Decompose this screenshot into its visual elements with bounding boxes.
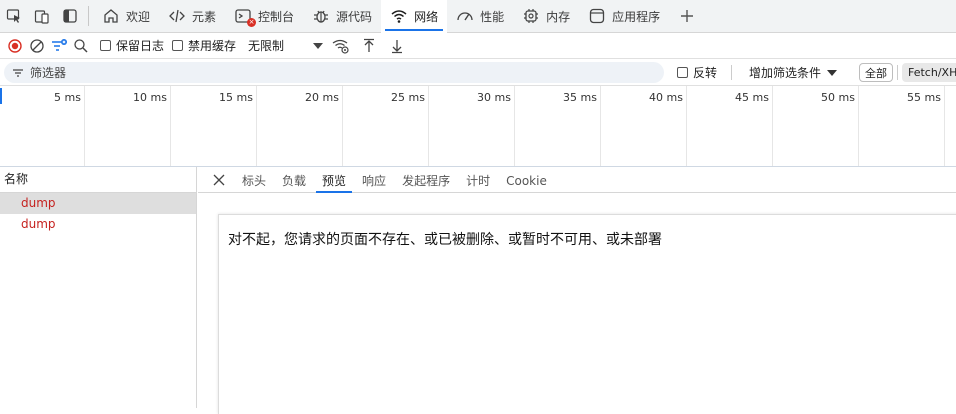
app-icon [589, 8, 605, 24]
preview-frame: 对不起，您请求的页面不存在、或已被删除、或暂时不可用、或未部署 [218, 214, 956, 414]
network-overview-timeline[interactable]: 5 ms 10 ms 15 ms 20 ms 25 ms 30 ms 35 ms… [0, 86, 956, 167]
filter-bar: 筛选器 反转 增加筛选条件 全部 Fetch/XH [0, 59, 956, 86]
bug-icon [314, 10, 329, 23]
error-badge: × [247, 17, 257, 27]
request-row[interactable]: dump [0, 193, 196, 214]
record-icon[interactable] [4, 33, 26, 59]
filter-toggle-icon[interactable] [48, 33, 70, 59]
preserve-log-checkbox[interactable]: 保留日志 [100, 37, 164, 54]
device-toolbar-icon[interactable] [28, 0, 56, 33]
filter-divider [897, 65, 898, 80]
tab-label: 网络 [414, 9, 439, 24]
throttle-value: 无限制 [248, 39, 285, 53]
close-icon[interactable] [208, 167, 230, 193]
tab-payload[interactable]: 负载 [274, 167, 314, 193]
timeline-tick: 55 ms [859, 86, 945, 166]
checkbox-box[interactable] [677, 67, 688, 78]
tab-console[interactable]: × 控制台 [225, 0, 303, 33]
detail-tabs: 标头 负载 预览 响应 发起程序 计时 Cookie [198, 167, 956, 193]
request-detail-panel: 标头 负载 预览 响应 发起程序 计时 Cookie 对不起，您请求的页面不存在… [198, 167, 956, 414]
filter-fetch-label: Fetch/XH [908, 66, 956, 79]
timeline-tick: 10 ms [85, 86, 171, 166]
toolbar-divider [88, 6, 89, 26]
add-tab-icon[interactable] [673, 0, 701, 33]
timeline-tick: 40 ms [601, 86, 687, 166]
code-icon [169, 9, 185, 23]
gauge-icon [457, 12, 473, 21]
filter-fetch-button[interactable]: Fetch/XH [902, 63, 956, 82]
dock-side-icon[interactable] [56, 0, 84, 33]
export-har-icon[interactable] [386, 33, 408, 59]
search-icon[interactable] [70, 33, 92, 59]
inspect-element-icon[interactable] [0, 0, 28, 33]
filter-all-button[interactable]: 全部 [859, 63, 893, 82]
tab-response[interactable]: 响应 [354, 167, 394, 193]
preview-message: 对不起，您请求的页面不存在、或已被删除、或暂时不可用、或未部署 [228, 232, 662, 248]
tab-network[interactable]: 网络 [381, 0, 448, 33]
timeline-tick: 50 ms [773, 86, 859, 166]
chip-icon [524, 9, 539, 23]
tab-memory[interactable]: 内存 [513, 0, 579, 33]
network-conditions-icon[interactable] [330, 33, 352, 59]
more-filters-label: 增加筛选条件 [749, 66, 822, 80]
preserve-log-label: 保留日志 [116, 39, 165, 53]
disable-cache-label: 禁用缓存 [188, 39, 237, 53]
tab-initiator[interactable]: 发起程序 [394, 167, 458, 193]
tab-label: 内存 [546, 9, 571, 24]
timeline-tick: 5 ms [0, 86, 85, 166]
clear-icon[interactable] [26, 33, 48, 59]
tab-label: 欢迎 [126, 9, 151, 24]
tab-welcome[interactable]: 欢迎 [93, 0, 159, 33]
tab-application[interactable]: 应用程序 [579, 0, 669, 33]
name-column-header[interactable]: 名称 [0, 167, 196, 193]
devtools-tab-bar: 欢迎 元素 × 控制台 源代码 网络 性能 内存 应用程序 [0, 0, 956, 33]
checkbox-box[interactable] [172, 40, 184, 51]
request-row[interactable]: dump [0, 214, 196, 235]
tab-label: 控制台 [258, 9, 295, 24]
timeline-tick: 30 ms [429, 86, 515, 166]
invert-checkbox[interactable]: 反转 [677, 59, 717, 86]
import-har-icon[interactable] [358, 33, 380, 59]
network-toolbar: 保留日志 禁用缓存 无限制 [0, 33, 956, 59]
filter-placeholder: 筛选器 [30, 66, 67, 80]
timeline-tick: 25 ms [343, 86, 429, 166]
tab-sources[interactable]: 源代码 [303, 0, 381, 33]
disable-cache-checkbox[interactable]: 禁用缓存 [172, 37, 236, 54]
tab-timing[interactable]: 计时 [458, 167, 498, 193]
request-list: 名称 dump dump [0, 167, 197, 408]
more-filters-dropdown[interactable]: 增加筛选条件 [749, 59, 838, 86]
tab-label: 性能 [480, 9, 505, 24]
tab-label: 元素 [192, 9, 217, 24]
timeline-tick: 15 ms [171, 86, 257, 166]
chevron-down-icon [313, 42, 324, 49]
tab-elements[interactable]: 元素 [159, 0, 225, 33]
tab-performance[interactable]: 性能 [447, 0, 513, 33]
timeline-tick: 20 ms [257, 86, 343, 166]
timeline-tick: 35 ms [515, 86, 601, 166]
filter-divider [731, 65, 732, 80]
checkbox-box[interactable] [100, 40, 111, 51]
tab-label: 应用程序 [612, 9, 661, 24]
home-icon [104, 9, 118, 23]
tab-preview[interactable]: 预览 [314, 167, 354, 193]
wifi-icon [391, 10, 407, 23]
filter-icon [13, 68, 23, 77]
timeline-tick: 45 ms [687, 86, 773, 166]
tab-cookies[interactable]: Cookie [498, 167, 555, 193]
tab-label: 源代码 [336, 9, 373, 24]
filter-all-label: 全部 [865, 66, 887, 80]
tab-headers[interactable]: 标头 [234, 167, 274, 193]
chevron-down-icon [827, 69, 838, 76]
throttle-select[interactable]: 无限制 [248, 37, 324, 54]
invert-label: 反转 [693, 66, 718, 80]
filter-input[interactable]: 筛选器 [4, 62, 664, 83]
